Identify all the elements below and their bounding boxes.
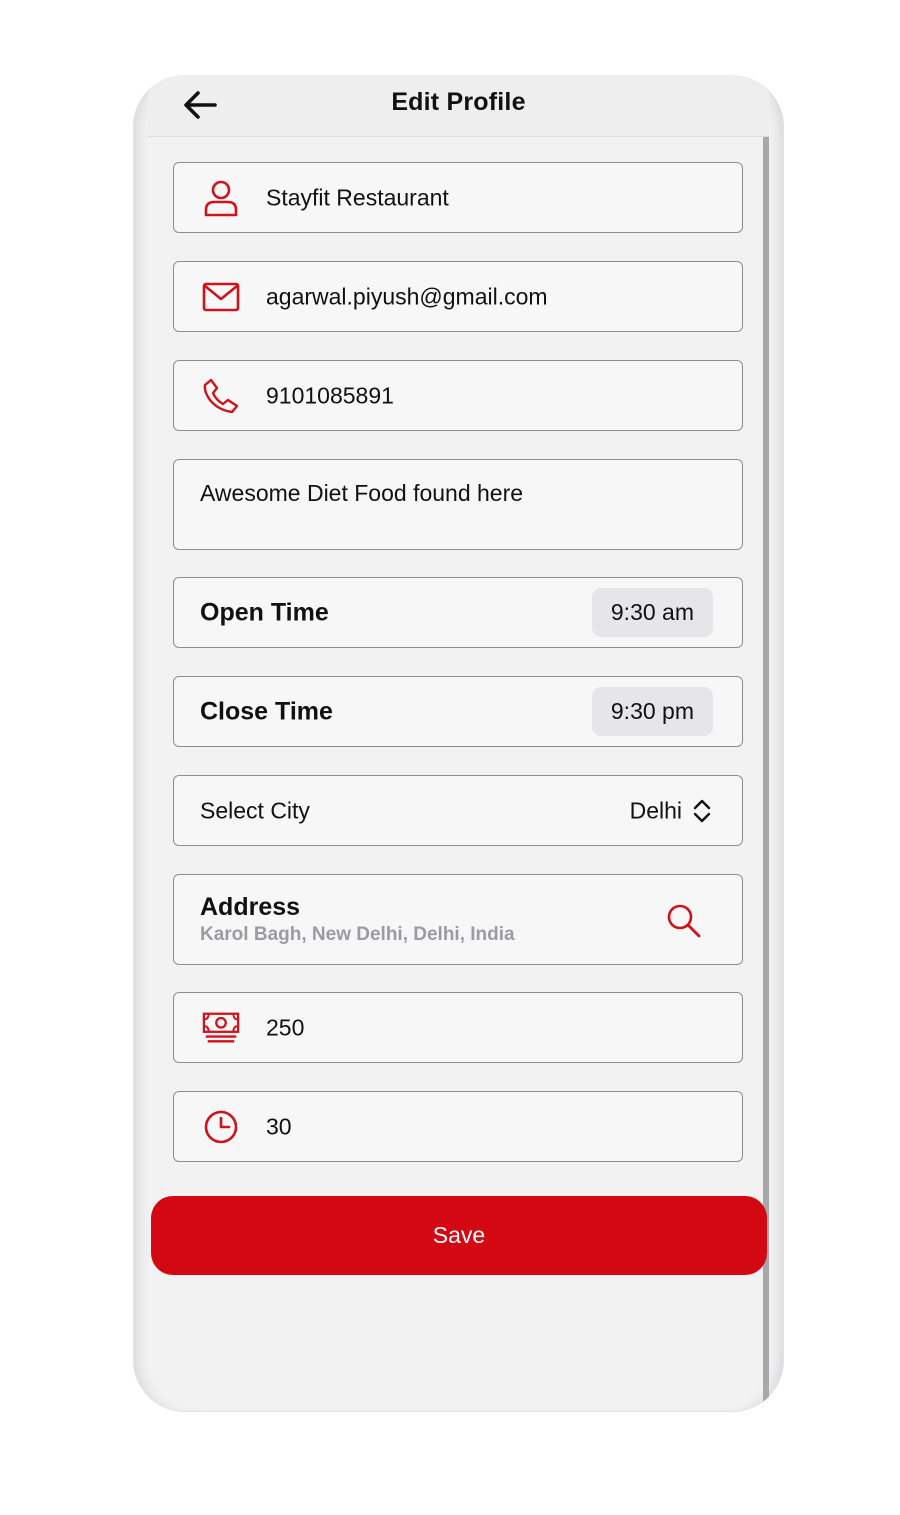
city-select[interactable]: Select City Delhi xyxy=(173,775,743,846)
address-field[interactable]: Address Karol Bagh, New Delhi, Delhi, In… xyxy=(173,874,743,965)
name-input[interactable]: Stayfit Restaurant xyxy=(266,184,449,211)
address-label: Address xyxy=(200,893,301,921)
price-field[interactable]: 250 xyxy=(173,992,743,1063)
chevron-up-down-icon xyxy=(693,799,711,822)
description-input[interactable]: Awesome Diet Food found here xyxy=(200,480,523,507)
delivery-time-field[interactable]: 30 xyxy=(173,1091,743,1162)
search-icon[interactable] xyxy=(666,903,702,939)
money-icon xyxy=(202,1009,240,1047)
close-time-row: Close Time 9:30 pm xyxy=(173,676,743,747)
description-field[interactable]: Awesome Diet Food found here xyxy=(173,459,743,550)
phone-icon xyxy=(202,377,240,415)
close-time-label: Close Time xyxy=(200,697,333,725)
delivery-time-input[interactable]: 30 xyxy=(266,1113,292,1140)
close-time-picker[interactable]: 9:30 pm xyxy=(591,687,713,736)
open-time-picker[interactable]: 9:30 am xyxy=(591,588,713,637)
price-input[interactable]: 250 xyxy=(266,1014,304,1041)
top-bar: Edit Profile xyxy=(148,75,769,137)
phone-input[interactable]: 9101085891 xyxy=(266,382,394,409)
open-time-label: Open Time xyxy=(200,598,329,626)
email-field[interactable]: agarwal.piyush@gmail.com xyxy=(173,261,743,332)
city-value[interactable]: Delhi xyxy=(630,797,682,824)
name-field[interactable]: Stayfit Restaurant xyxy=(173,162,743,233)
mail-icon xyxy=(202,278,240,316)
phone-screen: Edit Profile Stayfit Restaurant agarwal.… xyxy=(133,75,784,1412)
user-icon xyxy=(202,179,240,217)
phone-field[interactable]: 9101085891 xyxy=(173,360,743,431)
city-label: Select City xyxy=(200,797,310,823)
address-value: Karol Bagh, New Delhi, Delhi, India xyxy=(200,924,515,945)
save-button[interactable]: Save xyxy=(151,1196,767,1275)
clock-icon xyxy=(202,1108,240,1146)
email-input[interactable]: agarwal.piyush@gmail.com xyxy=(266,283,548,310)
open-time-row: Open Time 9:30 am xyxy=(173,577,743,648)
page-title: Edit Profile xyxy=(391,88,526,116)
